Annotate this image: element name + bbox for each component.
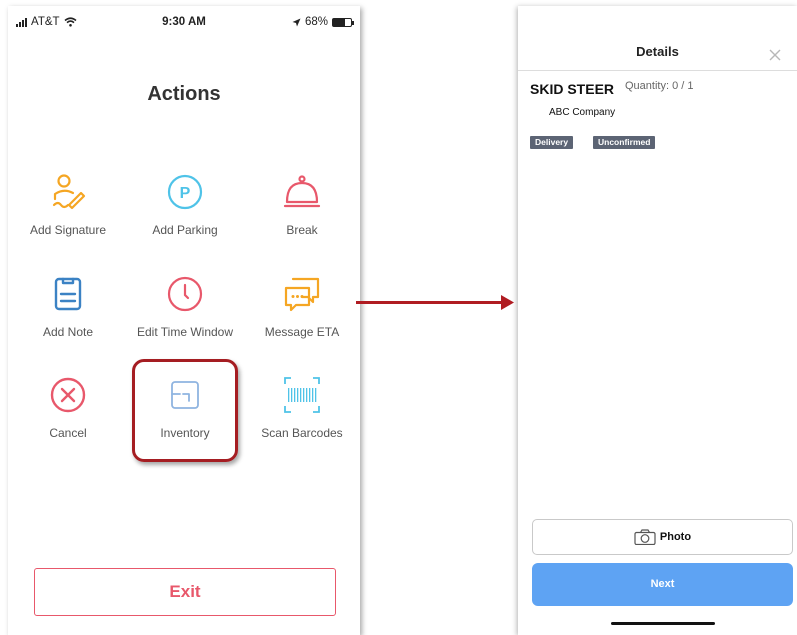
svg-text:P: P xyxy=(180,185,191,202)
item-name: SKID STEER xyxy=(530,81,615,97)
cancel-button[interactable]: Cancel xyxy=(8,375,128,440)
bell-icon xyxy=(283,175,321,208)
home-indicator xyxy=(611,622,715,625)
clipboard-icon xyxy=(54,277,82,311)
arrow-icon xyxy=(356,295,514,310)
exit-button[interactable]: Exit xyxy=(34,568,336,616)
chat-icon xyxy=(284,277,320,312)
add-signature-label: Add Signature xyxy=(29,223,107,237)
parking-icon: P xyxy=(167,174,203,210)
scan-barcodes-label: Scan Barcodes xyxy=(261,426,343,440)
add-signature-button[interactable]: Add Signature xyxy=(8,172,128,237)
add-parking-label: Add Parking xyxy=(152,223,218,237)
close-icon[interactable] xyxy=(769,49,781,61)
battery-icon xyxy=(332,17,354,27)
cancel-label: Cancel xyxy=(49,426,87,440)
clock-icon xyxy=(167,276,203,312)
details-title: Details xyxy=(636,44,679,59)
location-arrow-icon xyxy=(292,18,301,26)
battery-percent: 68% xyxy=(304,16,328,28)
edit-time-window-button[interactable]: Edit Time Window xyxy=(125,274,245,339)
unconfirmed-badge: Unconfirmed xyxy=(593,136,656,149)
delivery-badge: Delivery xyxy=(530,136,574,149)
actions-screen: AT&T 9:30 AM 68% Actions Add Signature P… xyxy=(8,6,360,635)
inventory-highlight-box xyxy=(132,359,238,462)
break-label: Break xyxy=(286,223,318,237)
signature-icon xyxy=(52,174,86,210)
status-bar: AT&T 9:30 AM 68% xyxy=(8,6,360,40)
camera-icon xyxy=(634,529,656,545)
add-note-label: Add Note xyxy=(42,325,94,339)
divider xyxy=(518,70,797,71)
add-parking-button[interactable]: P Add Parking xyxy=(125,172,245,237)
item-quantity: Quantity: 0 / 1 xyxy=(625,80,694,92)
photo-button[interactable]: Photo xyxy=(532,519,793,555)
details-screen: Details SKID STEER Quantity: 0 / 1 ABC C… xyxy=(518,6,797,635)
message-eta-label: Message ETA xyxy=(264,325,340,339)
add-note-button[interactable]: Add Note xyxy=(8,274,128,339)
next-button[interactable]: Next xyxy=(532,563,793,606)
barcode-icon xyxy=(284,377,320,413)
message-eta-button[interactable]: Message ETA xyxy=(242,274,362,339)
scan-barcodes-button[interactable]: Scan Barcodes xyxy=(242,375,362,440)
break-button[interactable]: Break xyxy=(242,172,362,237)
photo-label: Photo xyxy=(659,531,692,543)
company-name: ABC Company xyxy=(549,107,616,118)
status-right: 68% xyxy=(292,16,354,28)
cancel-icon xyxy=(50,377,86,413)
edit-time-window-label: Edit Time Window xyxy=(136,325,234,339)
page-title: Actions xyxy=(147,83,221,105)
